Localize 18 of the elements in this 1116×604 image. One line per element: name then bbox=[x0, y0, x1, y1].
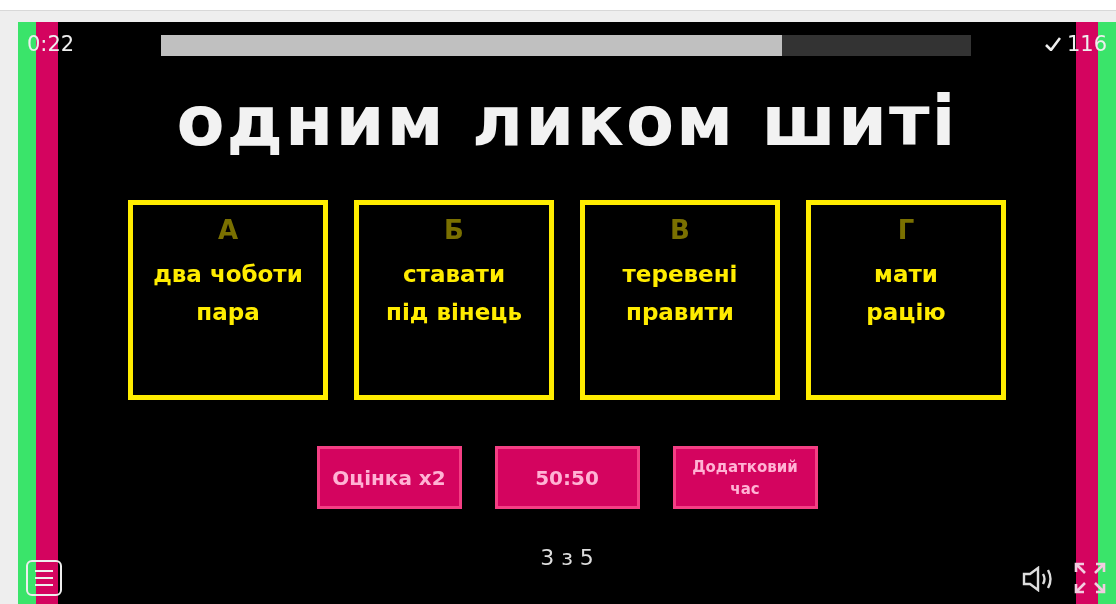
answer-letter: Б bbox=[444, 214, 464, 247]
answer-letter: Г bbox=[897, 214, 915, 247]
answer-text: ставати під вінець bbox=[386, 260, 522, 327]
answer-letter: А bbox=[217, 214, 239, 247]
answer-card[interactable]: В теревені правити bbox=[580, 200, 780, 400]
answer-text: два чоботи пара bbox=[153, 260, 303, 327]
answer-card[interactable]: Б ставати під вінець bbox=[354, 200, 554, 400]
answer-text: теревені правити bbox=[622, 260, 738, 327]
question-counter: 3 з 5 bbox=[540, 545, 594, 571]
answer-text: мати рацію bbox=[866, 260, 946, 327]
timer-text: 0:22 bbox=[27, 31, 75, 57]
question-title: одним ликом шиті bbox=[176, 79, 958, 164]
fullscreen-icon[interactable] bbox=[1074, 562, 1106, 594]
answer-letter: В bbox=[670, 214, 690, 247]
answer-card[interactable]: Г мати рацію bbox=[806, 200, 1006, 400]
menu-button[interactable] bbox=[26, 560, 62, 596]
answer-card[interactable]: А два чоботи пара bbox=[128, 200, 328, 400]
checkmark-icon bbox=[1044, 37, 1061, 51]
